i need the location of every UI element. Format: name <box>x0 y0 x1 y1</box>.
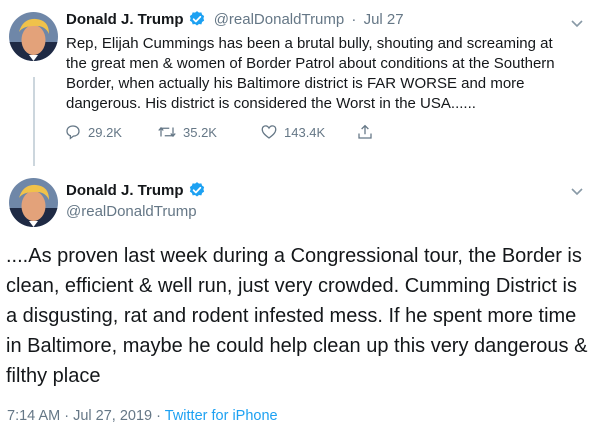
tweet-header: Donald J. Trump @realDonaldTrump · Jul 2… <box>66 10 404 34</box>
separator: · <box>351 11 357 28</box>
author-handle[interactable]: @realDonaldTrump <box>66 202 197 222</box>
tweet-thread: Donald J. Trump @realDonaldTrump · Jul 2… <box>0 0 593 437</box>
tweet-text: ....As proven last week during a Congres… <box>6 245 588 387</box>
reply-count: 29.2K <box>88 124 122 140</box>
separator: · <box>64 408 70 424</box>
like-count: 143.4K <box>284 124 326 140</box>
chevron-down-icon[interactable] <box>570 184 584 202</box>
share-button[interactable] <box>356 123 374 141</box>
tweet-date[interactable]: Jul 27, 2019 <box>73 408 152 424</box>
retweet-button[interactable]: 35.2K <box>157 123 260 141</box>
tweet-time[interactable]: 7:14 AM <box>7 408 60 424</box>
verified-badge-icon <box>188 10 206 34</box>
reply-icon <box>64 123 82 141</box>
share-icon <box>356 123 374 141</box>
like-button[interactable]: 143.4K <box>260 123 356 141</box>
thread-line <box>33 77 35 166</box>
chevron-down-icon[interactable] <box>570 16 584 34</box>
tweet-actions: 29.2K 35.2K 143.4K <box>64 121 374 143</box>
tweet-text: Rep, Elijah Cummings has been a brutal b… <box>66 35 555 112</box>
author-handle[interactable]: @realDonaldTrump <box>214 11 345 28</box>
like-icon <box>260 123 278 141</box>
retweet-icon <box>157 123 177 141</box>
avatar[interactable] <box>9 12 58 61</box>
avatar[interactable] <box>9 178 58 227</box>
author-name[interactable]: Donald J. Trump <box>66 182 184 199</box>
author-name[interactable]: Donald J. Trump <box>66 11 184 28</box>
reply-button[interactable]: 29.2K <box>64 123 157 141</box>
retweet-count: 35.2K <box>183 124 217 140</box>
tweet-meta: 7:14 AM · Jul 27, 2019 · Twitter for iPh… <box>7 406 278 426</box>
separator: · <box>156 408 161 424</box>
tweet-date[interactable]: Jul 27 <box>364 11 404 28</box>
tweet-source[interactable]: Twitter for iPhone <box>165 408 278 424</box>
